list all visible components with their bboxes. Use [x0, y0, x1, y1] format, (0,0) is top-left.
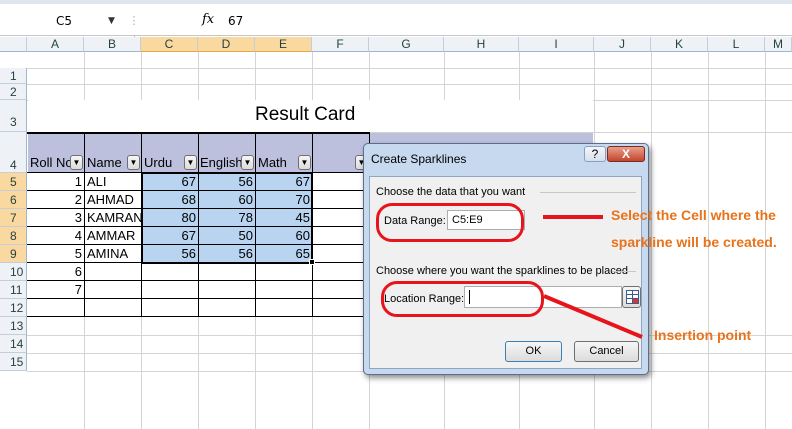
cell-name[interactable]: KAMRAN [87, 210, 143, 225]
filter-dropdown-icon[interactable]: ▼ [70, 155, 83, 170]
column-header-k[interactable]: K [651, 37, 708, 52]
cell-urdu[interactable]: 67 [142, 174, 198, 189]
formula-input[interactable]: 67 [228, 11, 243, 31]
cell-math[interactable]: 65 [256, 246, 312, 261]
cell-urdu[interactable]: 80 [142, 210, 198, 225]
data-range-highlight [376, 203, 524, 242]
cell-roll[interactable]: 1 [28, 174, 84, 189]
annotation-arrow [543, 294, 643, 339]
header-urdu: Urdu [144, 155, 173, 170]
close-button[interactable]: X [607, 146, 645, 162]
name-box[interactable]: C5 [16, 11, 122, 31]
column-header-c[interactable]: C [141, 37, 198, 52]
cell-math[interactable]: 60 [256, 228, 312, 243]
column-header-i[interactable]: I [519, 37, 594, 52]
help-button[interactable]: ? [584, 146, 606, 162]
row-header-13[interactable]: 13 [0, 317, 27, 335]
section-divider [612, 271, 636, 272]
cell-roll[interactable]: 3 [28, 210, 84, 225]
cell-roll[interactable]: 2 [28, 192, 84, 207]
row-header-2[interactable]: 2 [0, 84, 27, 100]
column-header-b[interactable]: B [84, 37, 141, 52]
row-header-5[interactable]: 5 [0, 173, 27, 191]
annotation-select-line2: sparkline will be created. [611, 234, 777, 250]
cell-english[interactable]: 50 [199, 228, 255, 243]
table-border [27, 316, 369, 317]
cell-english[interactable]: 78 [199, 210, 255, 225]
annotation-select-line1: Select the Cell where the [611, 207, 776, 223]
column-header-d[interactable]: D [198, 37, 255, 52]
cell-name[interactable]: ALI [87, 174, 107, 189]
annotation-insertion: Insertion point [654, 327, 752, 343]
ribbon-edge [0, 0, 792, 4]
row-header-10[interactable]: 10 [0, 263, 27, 281]
column-header-f[interactable]: F [312, 37, 369, 52]
sheet-title: Result Card [255, 104, 356, 125]
ok-button[interactable]: OK [505, 341, 562, 362]
below-grid [0, 371, 27, 429]
select-all-corner[interactable] [0, 37, 27, 52]
row-header-6[interactable]: 6 [0, 191, 27, 209]
filter-dropdown-icon[interactable]: ▼ [184, 155, 197, 170]
header-name: Name [87, 155, 122, 170]
cell-urdu[interactable]: 67 [142, 228, 198, 243]
column-header-l[interactable]: L [708, 37, 765, 52]
cell-english[interactable]: 60 [199, 192, 255, 207]
row-header-3[interactable]: 3 [0, 100, 27, 132]
filter-dropdown-icon[interactable]: ▼ [127, 155, 140, 170]
cell-name[interactable]: AHMAD [87, 192, 134, 207]
insert-function-icon[interactable]: fx [202, 10, 214, 30]
cell-name[interactable]: AMINA [87, 246, 128, 261]
cell-name[interactable]: AMMAR [87, 228, 135, 243]
row-header-15[interactable]: 15 [0, 353, 27, 371]
table-border [84, 132, 85, 316]
header-english: English [200, 155, 243, 170]
filter-dropdown-icon[interactable]: ▼ [241, 155, 254, 170]
column-header-h[interactable]: H [444, 37, 519, 52]
cell-roll[interactable]: 5 [28, 246, 84, 261]
row-header-8[interactable]: 8 [0, 227, 27, 245]
row-header-14[interactable]: 14 [0, 335, 27, 353]
row-header-1[interactable]: 1 [0, 68, 27, 84]
column-header-g[interactable]: G [369, 37, 444, 52]
cell-english[interactable]: 56 [199, 246, 255, 261]
gridline [27, 84, 792, 85]
row-header-12[interactable]: 12 [0, 299, 27, 317]
cell-urdu[interactable]: 68 [142, 192, 198, 207]
cell-urdu[interactable]: 56 [142, 246, 198, 261]
row-header-11[interactable]: 11 [0, 281, 27, 299]
location-range-highlight [381, 281, 544, 317]
column-header-m[interactable]: M [765, 37, 792, 52]
cell-math[interactable]: 70 [256, 192, 312, 207]
row-header-7[interactable]: 7 [0, 209, 27, 227]
column-header-a[interactable]: A [27, 37, 84, 52]
cell-roll[interactable]: 6 [28, 264, 84, 279]
header-roll-no: Roll No [30, 155, 73, 170]
column-header-e[interactable]: E [255, 37, 312, 52]
row-header-9[interactable]: 9 [0, 245, 27, 263]
section-divider [540, 192, 636, 193]
location-section-label: Choose where you want the sparklines to … [376, 265, 628, 277]
data-section-label: Choose the data that you want [376, 186, 526, 198]
cell-math[interactable]: 67 [256, 174, 312, 189]
cell-math[interactable]: 45 [256, 210, 312, 225]
gridline [27, 68, 792, 69]
name-box-dropdown-icon[interactable]: ▼ [108, 11, 115, 31]
dialog-title: Create Sparklines [371, 152, 467, 166]
cell-roll[interactable]: 7 [28, 282, 84, 297]
annotation-dash [543, 215, 603, 219]
header-math: Math [258, 155, 287, 170]
cell-english[interactable]: 56 [199, 174, 255, 189]
cancel-button[interactable]: Cancel [574, 341, 639, 362]
row-header-4[interactable]: 4 [0, 132, 27, 173]
cell-roll[interactable]: 4 [28, 228, 84, 243]
column-header-j[interactable]: J [594, 37, 651, 52]
filter-dropdown-icon[interactable]: ▼ [298, 155, 311, 170]
formula-bar-resize-icon: ⋮ ( [128, 14, 140, 47]
